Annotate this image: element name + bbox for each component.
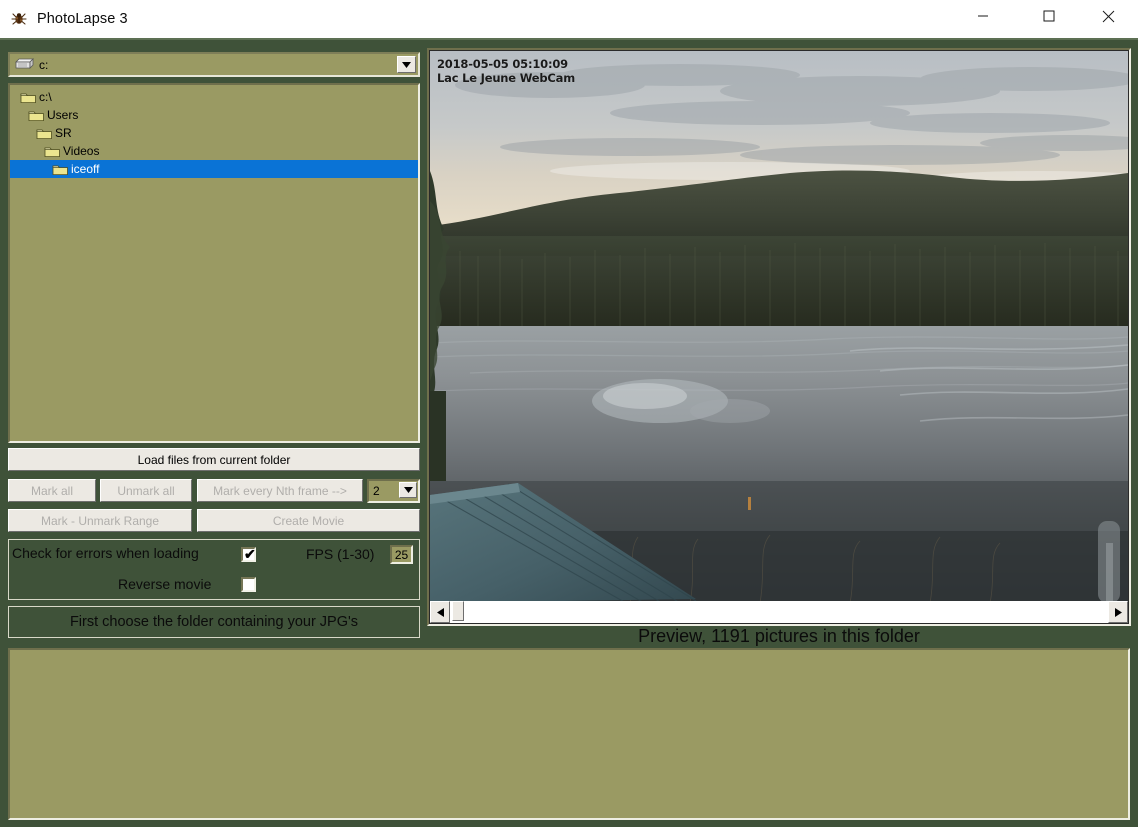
overlay-timestamp: 2018-05-05 05:10:09 [437,57,568,71]
nth-frame-value: 2 [373,484,380,498]
preview-image: 2018-05-05 05:10:09 Lac Le Jeune WebCam [430,51,1128,603]
hint-text: First choose the folder containing your … [70,614,358,630]
checkmark-icon: ✔ [244,547,256,561]
list-item-label: iceoff [71,163,99,176]
list-item[interactable]: c:\ [10,88,418,106]
reverse-movie-label: Reverse movie [118,576,211,592]
mark-all-button[interactable]: Mark all [8,479,96,502]
list-item-label: SR [55,127,72,140]
unmark-all-button[interactable]: Unmark all [100,479,192,502]
reverse-movie-checkbox[interactable] [241,577,256,592]
list-item[interactable]: SR [10,124,418,142]
preview-panel: 2018-05-05 05:10:09 Lac Le Jeune WebCam [427,48,1131,626]
scrollbar-thumb[interactable] [452,601,464,621]
bug-icon [10,10,28,28]
overlay-site-name: Lac Le Jeune WebCam [437,71,575,85]
list-item-label: Videos [63,145,99,158]
list-item[interactable]: Videos [10,142,418,160]
close-button[interactable] [1078,0,1138,32]
folder-icon [20,91,37,104]
file-listbox[interactable] [8,648,1130,820]
list-item-label: c:\ [39,91,52,104]
fps-input[interactable]: 25 [390,545,413,564]
preview-horizontal-scrollbar[interactable] [430,601,1128,623]
scrollbar-track[interactable] [450,601,1108,623]
drive-icon [14,58,34,71]
drive-combobox[interactable]: c: [8,52,420,77]
chevron-down-icon[interactable] [397,56,416,73]
application-window: PhotoLapse 3 c: [0,0,1138,827]
fps-label: FPS (1-30) [306,546,374,562]
load-files-button[interactable]: Load files from current folder [8,448,420,471]
folder-icon [44,145,61,158]
preview-caption: Preview, 1191 pictures in this folder [427,623,1131,649]
chevron-down-icon[interactable] [399,482,417,498]
scroll-right-button[interactable] [1108,601,1128,623]
list-item-label: Users [47,109,78,122]
nth-frame-combobox[interactable]: 2 [367,479,420,503]
mark-every-nth-frame-button[interactable]: Mark every Nth frame --> [197,479,363,502]
list-item-selected[interactable]: iceoff [10,160,418,178]
form-body: c: c:\ [0,38,1138,827]
directory-listbox[interactable]: c:\ Users SR [8,83,420,443]
hint-frame: First choose the folder containing your … [8,606,420,638]
scroll-left-button[interactable] [430,601,450,623]
maximize-button[interactable] [1026,0,1072,32]
check-errors-checkbox[interactable]: ✔ [241,547,256,562]
check-errors-label: Check for errors when loading [12,545,199,561]
folder-icon [28,109,45,122]
folder-icon [52,163,69,176]
minimize-button[interactable] [960,0,1006,32]
title-bar: PhotoLapse 3 [0,0,1138,38]
window-title: PhotoLapse 3 [37,11,128,27]
list-item[interactable]: Users [10,106,418,124]
drive-combobox-value: c: [39,58,48,72]
create-movie-button[interactable]: Create Movie [197,509,420,532]
folder-icon [36,127,53,140]
mark-unmark-range-button[interactable]: Mark - Unmark Range [8,509,192,532]
